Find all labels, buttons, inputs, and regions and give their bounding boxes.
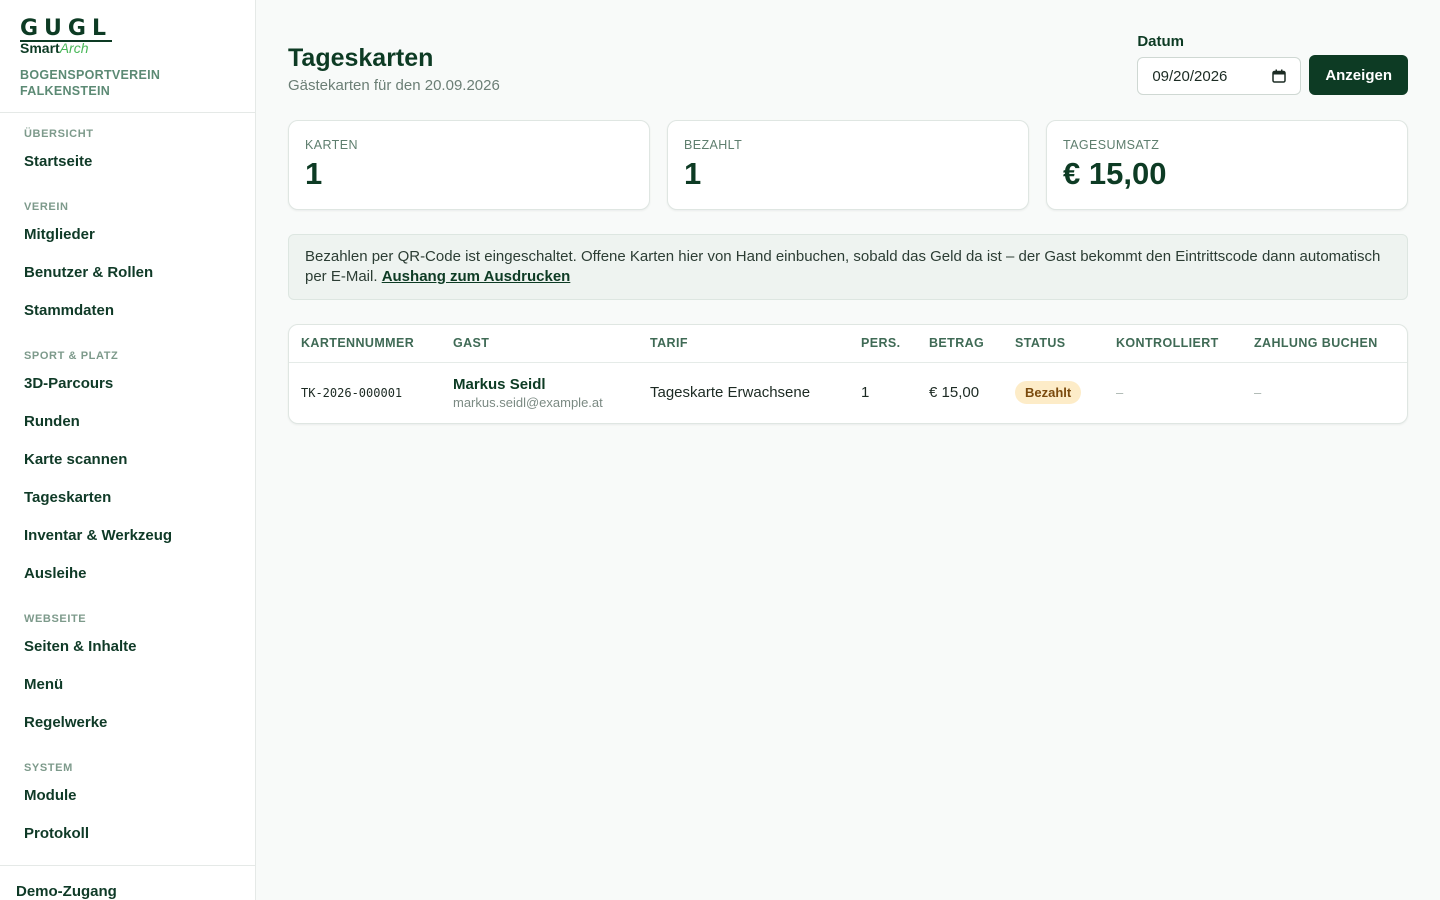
nav-section-title: ÜBERSICHT: [24, 128, 94, 140]
column-header: KARTENNUMMER: [289, 325, 441, 363]
amount-cell: € 15,00: [929, 384, 980, 402]
main-content: Tageskarten Gästekarten für den 20.09.20…: [256, 0, 1440, 900]
stat-value: 1: [684, 156, 702, 191]
nav-section-title: SPORT & PLATZ: [24, 350, 119, 362]
guest-name: Markus Seidl: [453, 375, 546, 393]
checked-value: –: [1116, 385, 1124, 401]
nav-section-title: VEREIN: [24, 201, 69, 213]
stat-value: € 15,00: [1063, 156, 1167, 191]
booking-value: –: [1254, 385, 1262, 401]
sidebar-item-regelwerke[interactable]: Regelwerke: [0, 704, 255, 742]
table-header-row: KARTENNUMMER GAST TARIF PERS. BETRAG STA…: [289, 325, 1407, 363]
logo-subtext: SmartArch: [20, 41, 235, 55]
tickets-table: KARTENNUMMER GAST TARIF PERS. BETRAG STA…: [289, 325, 1407, 423]
date-value: 09/20/2026: [1152, 67, 1228, 85]
sidebar-item-stammdaten[interactable]: Stammdaten: [0, 292, 255, 330]
column-header: TARIF: [638, 325, 849, 363]
sidebar-item-3d-parcours[interactable]: 3D-Parcours: [0, 365, 255, 403]
table-row[interactable]: TK-2026-000001 Markus Seidl markus.seidl…: [289, 362, 1407, 423]
logo[interactable]: GUGL SmartArch: [20, 18, 235, 55]
column-header: GAST: [441, 325, 638, 363]
column-header: PERS.: [849, 325, 917, 363]
date-filter: Datum 09/20/2026 Anzeigen: [1137, 33, 1408, 95]
brand: GUGL SmartArch BOGENSPORTVEREIN FALKENST…: [0, 0, 255, 113]
sidebar-item-ausleihe[interactable]: Ausleihe: [0, 555, 255, 593]
stat-label: TAGESUMSATZ: [1063, 138, 1160, 152]
stat-label: BEZAHLT: [684, 138, 743, 152]
status-cell: Bezahlt: [1003, 362, 1104, 423]
sidebar-item-tageskarten[interactable]: Tageskarten: [0, 479, 255, 517]
app: GUGL SmartArch BOGENSPORTVEREIN FALKENST…: [0, 0, 1440, 900]
date-label: Datum: [1137, 33, 1184, 50]
sidebar-item-seiten-inhalte[interactable]: Seiten & Inhalte: [0, 628, 255, 666]
logo-arch-text: Arch: [59, 40, 89, 56]
status-badge: Bezahlt: [1015, 381, 1082, 405]
show-button[interactable]: Anzeigen: [1309, 55, 1408, 95]
guest-email: markus.seidl@example.at: [453, 394, 603, 410]
sidebar-item-menue[interactable]: Menü: [0, 666, 255, 704]
sidebar-item-mitglieder[interactable]: Mitglieder: [0, 216, 255, 254]
column-header: STATUS: [1003, 325, 1104, 363]
sidebar-nav: ÜBERSICHT Startseite VEREIN Mitglieder B…: [0, 113, 255, 853]
stat-label: KARTEN: [305, 138, 358, 152]
tickets-table-card: KARTENNUMMER GAST TARIF PERS. BETRAG STA…: [288, 324, 1408, 424]
sidebar-item-protokoll[interactable]: Protokoll: [0, 815, 255, 853]
sidebar-item-module[interactable]: Module: [0, 777, 255, 815]
tarif-cell: Tageskarte Erwachsene: [650, 384, 811, 402]
ticket-number: TK-2026-000001: [301, 385, 403, 400]
nav-section-title: WEBSEITE: [24, 613, 87, 625]
column-header: BETRAG: [917, 325, 1003, 363]
column-header: KONTROLLIERT: [1104, 325, 1242, 363]
persons-cell: 1: [861, 384, 870, 402]
page-subtitle: Gästekarten für den 20.09.2026: [288, 77, 500, 94]
stats-cards: KARTEN 1 BEZAHLT 1 TAGESUMSATZ € 15,00: [288, 120, 1408, 210]
sidebar-item-runden[interactable]: Runden: [0, 403, 255, 441]
qr-payment-notice: Bezahlen per QR-Code ist eingeschaltet. …: [288, 234, 1408, 300]
sidebar-item-inventar[interactable]: Inventar & Werkzeug: [0, 517, 255, 555]
sidebar-item-benutzer-rollen[interactable]: Benutzer & Rollen: [0, 254, 255, 292]
checked-cell: –: [1104, 362, 1242, 423]
sidebar-item-karte-scannen[interactable]: Karte scannen: [0, 441, 255, 479]
demo-account[interactable]: Demo-Zugang: [0, 865, 255, 900]
column-header: ZAHLUNG BUCHEN: [1242, 325, 1407, 363]
stat-card-tagesumsatz: TAGESUMSATZ € 15,00: [1046, 120, 1408, 210]
sidebar: GUGL SmartArch BOGENSPORTVEREIN FALKENST…: [0, 0, 256, 900]
calendar-icon[interactable]: [1272, 69, 1287, 83]
sidebar-item-startseite[interactable]: Startseite: [0, 143, 255, 181]
stat-value: 1: [305, 156, 323, 191]
page-title: Tageskarten: [288, 44, 434, 72]
guest-cell: Markus Seidl markus.seidl@example.at: [441, 362, 638, 423]
club-name: BOGENSPORTVEREIN FALKENSTEIN: [20, 68, 161, 98]
stat-card-karten: KARTEN 1: [288, 120, 650, 210]
nav-section-title: SYSTEM: [24, 762, 73, 774]
logo-gugl-text: GUGL: [20, 16, 112, 42]
stat-card-bezahlt: BEZAHLT 1: [667, 120, 1029, 210]
logo-smart-text: Smart: [20, 40, 60, 56]
date-input[interactable]: 09/20/2026: [1137, 57, 1302, 95]
booking-cell: –: [1242, 362, 1407, 423]
print-notice-link[interactable]: Aushang zum Ausdrucken: [382, 268, 571, 285]
